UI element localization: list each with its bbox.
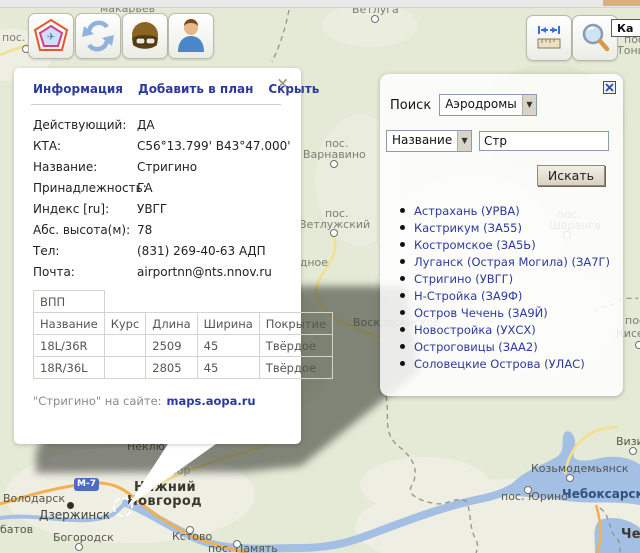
chevron-down-icon: ▼ xyxy=(457,131,471,151)
bullet-icon xyxy=(400,276,405,281)
infowindow-footer: "Стригино" на сайте: maps.aopa.ru xyxy=(33,394,256,408)
result-link[interactable]: Новостройка (УХСХ) xyxy=(414,323,536,337)
search-results: Астрахань (УРВА) Кастрикум (ЗА55) Костромс… xyxy=(400,202,610,372)
search-input[interactable] xyxy=(479,131,609,151)
pilot-helmet-icon xyxy=(132,22,158,49)
field-value: ДА xyxy=(137,117,155,132)
result-link[interactable]: Стригино (УВГГ) xyxy=(414,272,513,286)
selected-airport-ring xyxy=(113,497,133,517)
field-label: Почта: xyxy=(33,264,75,279)
search-field-row: Название ▼ xyxy=(386,130,609,152)
field-value: ГА xyxy=(137,180,153,195)
separator xyxy=(31,104,281,105)
infowindow-tabs: Информация Добавить в план Скрыть xyxy=(33,82,319,96)
result-link[interactable]: Костромское (ЗА5Ь) xyxy=(414,238,536,252)
airport-fields: Действующий: ДА КТА: С56°13.799' В43°47.000… xyxy=(33,114,291,282)
top-strip xyxy=(0,0,640,8)
runway-row: 18R/36L 2805 45 Твёрдое xyxy=(33,356,334,379)
zones-button[interactable]: ✈ xyxy=(28,13,74,59)
runway-col-header: Курс xyxy=(103,312,147,335)
bullet-icon xyxy=(400,259,405,264)
search-type-row: Поиск Аэродромы ▼ xyxy=(390,94,538,116)
bullet-icon xyxy=(400,310,405,315)
bullet-icon xyxy=(400,344,405,349)
bullet-icon xyxy=(400,327,405,332)
field-label: Индекс [ru]: xyxy=(33,201,110,216)
runway-col-header: Длина xyxy=(145,312,198,335)
search-button[interactable]: Искать xyxy=(536,165,605,186)
pilot-button[interactable] xyxy=(122,13,168,59)
runways-caption: ВПП xyxy=(33,290,105,313)
infowindow-tab-2[interactable]: Скрыть xyxy=(268,82,319,96)
result-item: Новостройка (УХСХ) xyxy=(400,321,610,338)
svg-text:✈: ✈ xyxy=(47,32,55,43)
field-value: Стригино xyxy=(137,159,198,174)
bullet-icon xyxy=(400,208,405,213)
result-link[interactable]: Астрахань (УРВА) xyxy=(414,204,520,218)
result-link[interactable]: Луганск (Острая Могила) (ЗА7Г) xyxy=(414,255,610,269)
runways-table: ВПП Название Курс Длина Ширина Покрытие 18L/36… xyxy=(33,290,334,379)
map-layer-button[interactable]: Ка xyxy=(611,19,640,37)
result-item: Остроговицы (ЗАА2) xyxy=(400,338,610,355)
category-select[interactable]: Аэродромы ▼ xyxy=(439,94,538,116)
map-application: макарьевпос. КаВетлугапос.Тоншапос.Варна… xyxy=(0,0,640,553)
infowindow-tab-0[interactable]: Информация xyxy=(33,82,123,96)
field-value: 78 xyxy=(137,222,153,237)
field-label: Принадлежность: xyxy=(33,180,147,195)
bullet-icon xyxy=(400,225,405,230)
runway-row: 18L/36R 2509 45 Твёрдое xyxy=(33,334,334,357)
search-panel: Поиск Аэродромы ▼ Название ▼ Искать Астр… xyxy=(380,74,623,396)
panel-close-icon[interactable] xyxy=(603,81,616,94)
field-value: airportnn@nts.nnov.ru xyxy=(137,264,272,279)
result-item: Луганск (Острая Могила) (ЗА7Г) xyxy=(400,253,610,270)
infowindow-tab-1[interactable]: Добавить в план xyxy=(138,82,253,96)
field-label: Действующий: xyxy=(33,117,127,132)
runway-col-header: Ширина xyxy=(196,312,260,335)
top-fragment xyxy=(603,0,640,6)
refresh-icon xyxy=(82,20,114,52)
field-label: Тел: xyxy=(33,243,60,258)
field-value: С56°13.799' В43°47.000' xyxy=(137,138,291,153)
result-item: Кастрикум (ЗА55) xyxy=(400,219,610,236)
result-link[interactable]: Кастрикум (ЗА55) xyxy=(414,221,522,235)
field-value: УВГГ xyxy=(137,201,168,216)
result-link[interactable]: Остроговицы (ЗАА2) xyxy=(414,340,538,354)
result-link[interactable]: Соловецкие Острова (УЛАС) xyxy=(414,357,585,371)
bullet-icon xyxy=(400,242,405,247)
airport-infowindow: × Информация Добавить в план Скрыть Действ… xyxy=(14,68,334,444)
bullet-icon xyxy=(400,361,405,366)
result-item: Остров Чечень (ЗА9Й) xyxy=(400,304,610,321)
zones-icon: ✈ xyxy=(33,18,69,51)
field-label: Абс. высота(м): xyxy=(33,222,131,237)
search-label: Поиск xyxy=(390,97,432,113)
result-item: Стригино (УВГГ) xyxy=(400,270,610,287)
bullet-icon xyxy=(400,293,405,298)
field-label: Название: xyxy=(33,159,98,174)
result-link[interactable]: Остров Чечень (ЗА9Й) xyxy=(414,306,548,320)
field-select[interactable]: Название ▼ xyxy=(386,130,472,152)
user-button[interactable] xyxy=(168,13,214,59)
result-item: Н-Стройка (ЗА9Ф) xyxy=(400,287,610,304)
user-icon xyxy=(178,19,204,52)
field-label: КТА: xyxy=(33,138,62,153)
field-value: (831) 269-40-63 АДП xyxy=(137,243,266,258)
result-link[interactable]: Н-Стройка (ЗА9Ф) xyxy=(414,289,522,303)
runway-col-header: Название xyxy=(33,312,105,335)
result-item: Астрахань (УРВА) xyxy=(400,202,610,219)
runway-col-header: Покрытие xyxy=(258,312,334,335)
result-item: Костромское (ЗА5Ь) xyxy=(400,236,610,253)
result-item: Соловецкие Острова (УЛАС) xyxy=(400,355,610,372)
chevron-down-icon: ▼ xyxy=(521,95,537,115)
footer-text: "Стригино" на сайте: xyxy=(33,394,162,408)
aopa-link[interactable]: maps.aopa.ru xyxy=(167,394,256,408)
ruler-icon xyxy=(537,26,561,49)
refresh-button[interactable] xyxy=(75,13,121,59)
ruler-button[interactable] xyxy=(526,15,572,61)
